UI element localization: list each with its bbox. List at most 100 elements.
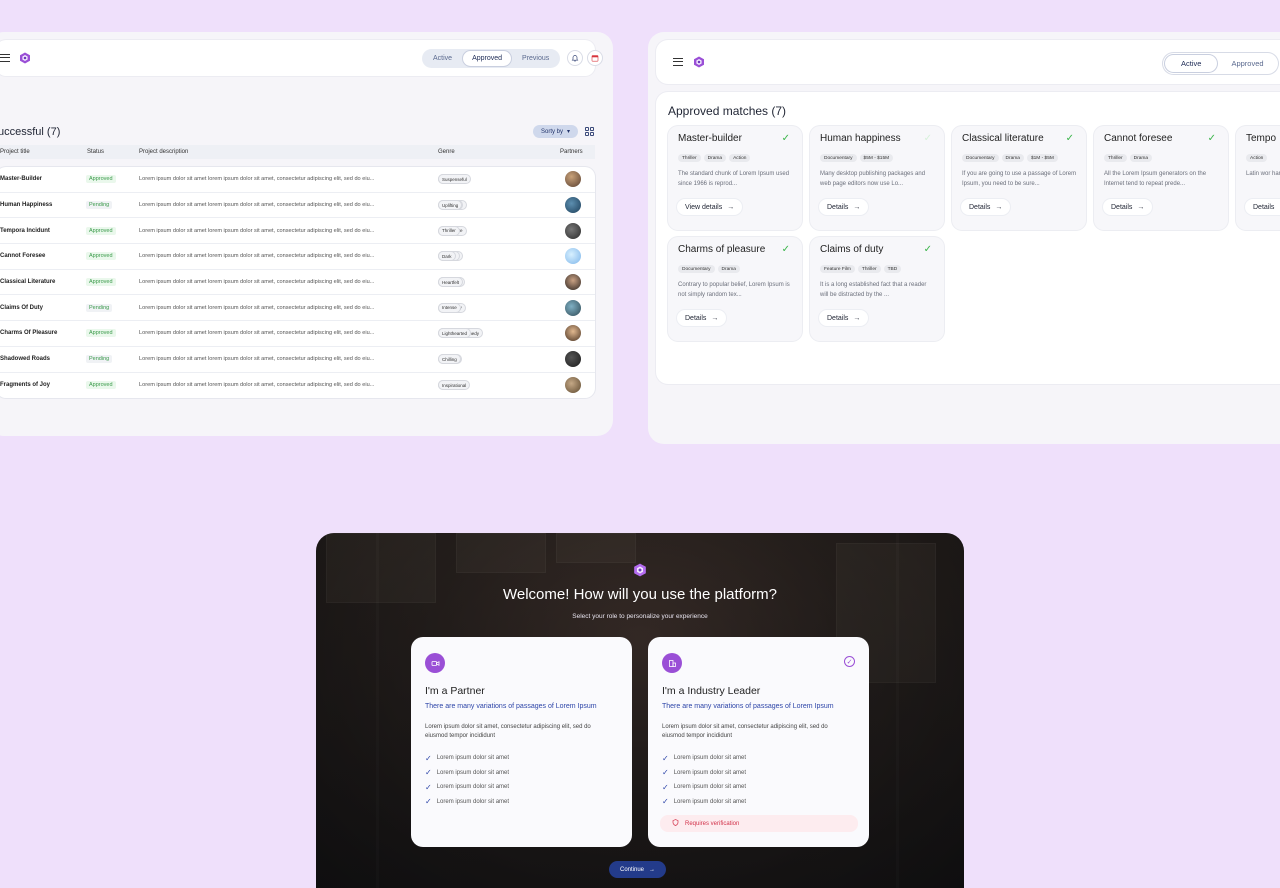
tag-chip: Drama: [1129, 154, 1153, 162]
status-badge: Pending: [86, 201, 113, 210]
card-title: Claims of duty: [820, 244, 884, 255]
column-header-status[interactable]: Status: [87, 149, 104, 155]
details-button[interactable]: Details→: [1103, 199, 1153, 215]
menu-icon[interactable]: [673, 58, 683, 66]
top-bar: Active Approved Previous: [0, 40, 603, 76]
top-bar: Active Approved: [656, 40, 1280, 84]
match-card[interactable]: Tempo Action Latin wor handful of Details→: [1236, 126, 1280, 230]
column-header-title[interactable]: Project title: [0, 149, 30, 155]
tag-chip: Documentary: [820, 154, 857, 162]
table-row[interactable]: Cannot Foresee Approved Lorem ipsum dolor …: [0, 244, 595, 270]
match-card[interactable]: Cannot foresee ✓ Thriller Drama All the Lore…: [1094, 126, 1228, 230]
avatar[interactable]: [565, 377, 581, 394]
tab-approved[interactable]: Approved: [463, 51, 512, 66]
details-button[interactable]: Details→: [961, 199, 1011, 215]
avatar[interactable]: [565, 222, 581, 239]
project-description: Lorem ipsum dolor sit amet lorem ipsum d…: [139, 382, 375, 389]
menu-icon[interactable]: [0, 54, 10, 62]
tab-active[interactable]: Active: [424, 51, 461, 66]
details-label: View details: [685, 203, 723, 211]
verification-warning: Requires verification: [660, 815, 858, 832]
continue-button[interactable]: Continue →: [609, 861, 667, 878]
table-row[interactable]: Charms Of Pleasure Approved Lorem ipsum do…: [0, 321, 595, 347]
tag-list: Documentary $5M - $15M: [820, 154, 894, 162]
sort-button[interactable]: Sorty by ▾: [533, 125, 579, 138]
details-button[interactable]: Details→: [819, 310, 869, 326]
welcome-headline: Welcome! How will you use the platform?: [503, 586, 777, 603]
calendar-icon[interactable]: [587, 50, 603, 66]
table-row[interactable]: Classical Literature Approved Lorem ipsum …: [0, 270, 595, 296]
match-card[interactable]: Charms of pleasure ✓ Documentary Drama Contr…: [668, 237, 802, 341]
column-header-genre[interactable]: Genre: [438, 149, 455, 155]
list-item: ✓ Lorem ipsum dolor sit amet: [425, 751, 509, 766]
tag-list: Documentary Drama $1M - $5M: [962, 154, 1058, 162]
tag-chip: Action: [729, 154, 751, 162]
role-card-industry-leader[interactable]: ✓ I'm a Industry Leader There are many v…: [648, 637, 869, 847]
role-description: Lorem ipsum dolor sit amet, consectetur …: [425, 724, 591, 739]
arrow-right-icon: →: [853, 203, 861, 211]
avatar[interactable]: [565, 197, 581, 214]
chevron-down-icon: ▾: [567, 129, 571, 135]
match-card[interactable]: Master-builder ✓ Thriller Drama Action The st…: [668, 126, 802, 230]
list-item-label: Lorem ipsum dolor sit amet: [436, 784, 510, 791]
avatar[interactable]: [565, 325, 581, 342]
project-description: Lorem ipsum dolor sit amet lorem ipsum d…: [139, 330, 375, 337]
avatar[interactable]: [565, 248, 581, 265]
check-icon: ✓: [425, 782, 432, 792]
details-label: Details: [1253, 203, 1275, 211]
table-row[interactable]: Master-Builder Approved Lorem ipsum dolor …: [0, 167, 595, 193]
check-icon: ✓: [781, 244, 790, 255]
details-button[interactable]: Details→: [677, 310, 727, 326]
tag-list: Feature Film Thriller TBD: [820, 265, 902, 273]
card-description: If you are going to use a passage of Lor…: [962, 171, 1077, 187]
check-icon: ✓: [425, 768, 432, 778]
grid-view-icon[interactable]: [585, 127, 594, 136]
arrow-right-icon: →: [727, 203, 735, 211]
tag-chip: Drama: [1001, 154, 1024, 162]
details-button[interactable]: Details→: [819, 199, 869, 215]
bell-icon[interactable]: [567, 50, 583, 66]
match-card[interactable]: Human happiness ✓ Documentary $5M - $15M Man…: [810, 126, 944, 230]
project-description: Lorem ipsum dolor sit amet lorem ipsum d…: [139, 176, 375, 183]
tag-chip: TBD: [883, 265, 902, 273]
sort-label: Sorty by: [541, 128, 564, 135]
genre-chip: Uplifting: [438, 200, 463, 211]
details-label: Details: [1111, 203, 1133, 211]
avatar[interactable]: [565, 274, 581, 291]
table-row[interactable]: Tempora Incidunt Approved Lorem ipsum dolo…: [0, 218, 595, 245]
warning-label: Requires verification: [685, 820, 740, 827]
avatar[interactable]: [565, 171, 581, 188]
tag-chip: $5M - $15M: [859, 154, 894, 162]
check-icon: ✓: [662, 768, 669, 778]
check-icon: ✓: [1065, 133, 1074, 144]
table-row[interactable]: Human Happiness Pending Lorem ipsum dolor …: [0, 193, 595, 219]
details-button[interactable]: View details →: [677, 199, 743, 215]
project-title: Shadowed Roads: [0, 356, 51, 363]
tab-approved[interactable]: Approved: [1219, 55, 1275, 72]
project-description: Lorem ipsum dolor sit amet lorem ipsum d…: [139, 227, 375, 234]
role-card-partner[interactable]: I'm a Partner There are many variations …: [411, 637, 632, 847]
welcome-panel: Welcome! How will you use the platform? …: [316, 533, 964, 888]
match-card[interactable]: Classical literature ✓ Documentary Drama $1M…: [952, 126, 1086, 230]
card-description: The standard chunk of Lorem Ipsum used s…: [678, 171, 790, 187]
table-row[interactable]: Claims Of Duty Pending Lorem ipsum dolor s…: [0, 295, 595, 322]
avatar[interactable]: [565, 351, 581, 368]
details-button[interactable]: Details→: [1245, 199, 1280, 215]
role-subtitle: There are many variations of passages of…: [425, 703, 597, 710]
projects-table-panel: Active Approved Previous uccessful (7) S…: [0, 32, 613, 436]
tab-active[interactable]: Active: [1165, 55, 1218, 72]
details-label: Details: [685, 314, 707, 322]
table-row[interactable]: Fragments of Joy Approved Lorem ipsum dolo…: [0, 373, 595, 399]
column-header-description[interactable]: Project description: [139, 149, 188, 155]
table-row[interactable]: Shadowed Roads Pending Lorem ipsum dolor s…: [0, 347, 595, 373]
details-label: Details: [969, 203, 991, 211]
column-header-partners[interactable]: Partners: [560, 149, 583, 155]
project-description: Lorem ipsum dolor sit amet lorem ipsum d…: [139, 202, 375, 209]
status-badge: Approved: [86, 278, 116, 287]
tag-chip: $1M - $5M: [1026, 154, 1058, 162]
avatar[interactable]: [565, 299, 581, 316]
tab-previous[interactable]: Previous: [513, 51, 558, 66]
card-description: Many desktop publishing packages and web…: [820, 171, 926, 187]
match-card[interactable]: Claims of duty ✓ Feature Film Thriller TBD It…: [810, 237, 944, 341]
role-subtitle: There are many variations of passages of…: [662, 703, 834, 710]
